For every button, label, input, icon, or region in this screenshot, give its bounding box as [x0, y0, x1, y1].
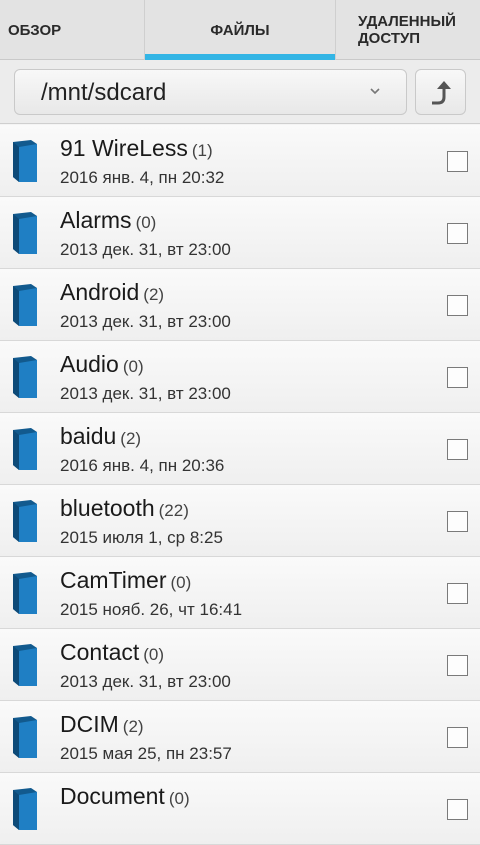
- file-name-line: Alarms (0): [60, 207, 156, 234]
- file-count: (1): [191, 141, 213, 160]
- file-row[interactable]: Alarms (0) 2013 дек. 31, вт 23:00: [0, 197, 480, 269]
- tab-remote-access[interactable]: УДАЛЕННЫЙ ДОСТУП: [336, 0, 480, 60]
- tab-files[interactable]: ФАЙЛЫ: [144, 0, 336, 60]
- file-name-line: 91 WireLess (1): [60, 135, 213, 162]
- file-date: 2013 дек. 31, вт 23:00: [60, 384, 231, 403]
- tab-overview-label: ОБЗОР: [8, 21, 62, 39]
- select-checkbox[interactable]: [447, 799, 468, 820]
- file-count: (0): [168, 789, 190, 808]
- file-date: 2015 июля 1, ср 8:25: [60, 528, 223, 547]
- file-name: Audio: [60, 351, 119, 377]
- select-checkbox[interactable]: [447, 223, 468, 244]
- file-list: 91 WireLess (1) 2016 янв. 4, пн 20:32 Ala…: [0, 125, 480, 845]
- folder-icon: [11, 643, 41, 692]
- current-path: /mnt/sdcard: [41, 79, 167, 106]
- folder-icon: [11, 571, 41, 620]
- file-count: (0): [143, 645, 165, 664]
- file-name-line: CamTimer (0): [60, 567, 191, 594]
- select-checkbox[interactable]: [447, 583, 468, 604]
- select-checkbox[interactable]: [447, 151, 468, 172]
- select-checkbox[interactable]: [447, 367, 468, 388]
- path-bar: /mnt/sdcard: [0, 60, 480, 124]
- folder-icon: [11, 427, 41, 476]
- chevron-down-icon: [368, 84, 382, 103]
- file-date: 2013 дек. 31, вт 23:00: [60, 672, 231, 691]
- file-name-line: Document (0): [60, 783, 190, 810]
- file-date: 2016 янв. 4, пн 20:36: [60, 456, 225, 475]
- file-name: bluetooth: [60, 495, 155, 521]
- tab-overview[interactable]: ОБЗОР: [0, 0, 144, 60]
- file-name-line: Android (2): [60, 279, 164, 306]
- file-date: 2013 дек. 31, вт 23:00: [60, 312, 231, 331]
- file-count: (2): [120, 429, 142, 448]
- file-count: (0): [122, 357, 144, 376]
- tab-files-label: ФАЙЛЫ: [210, 21, 270, 39]
- file-row[interactable]: Document (0): [0, 773, 480, 845]
- select-checkbox[interactable]: [447, 655, 468, 676]
- tab-remote-access-label: УДАЛЕННЫЙ ДОСТУП: [358, 13, 456, 47]
- folder-icon: [11, 499, 41, 548]
- file-row[interactable]: CamTimer (0) 2015 нояб. 26, чт 16:41: [0, 557, 480, 629]
- file-count: (22): [158, 501, 189, 520]
- file-date: 2015 нояб. 26, чт 16:41: [60, 600, 243, 619]
- folder-icon: [11, 787, 41, 836]
- tab-bar: ОБЗОР ФАЙЛЫ УДАЛЕННЫЙ ДОСТУП: [0, 0, 480, 60]
- folder-icon: [11, 715, 41, 764]
- file-name: Alarms: [60, 207, 132, 233]
- file-row[interactable]: bluetooth (22) 2015 июля 1, ср 8:25: [0, 485, 480, 557]
- folder-icon: [11, 355, 41, 404]
- file-name-line: Contact (0): [60, 639, 164, 666]
- file-name: DCIM: [60, 711, 119, 737]
- file-name: CamTimer: [60, 567, 167, 593]
- file-name: baidu: [60, 423, 117, 449]
- file-name: Android: [60, 279, 140, 305]
- select-checkbox[interactable]: [447, 511, 468, 532]
- up-arrow-icon: [432, 81, 451, 105]
- file-name: Document: [60, 783, 165, 809]
- file-name-line: bluetooth (22): [60, 495, 189, 522]
- file-date: 2016 янв. 4, пн 20:32: [60, 168, 225, 187]
- file-count: (0): [170, 573, 192, 592]
- file-date: 2015 мая 25, пн 23:57: [60, 744, 232, 763]
- tab-remote-access-label-line1: УДАЛЕННЫЙ: [358, 13, 456, 30]
- file-name-line: DCIM (2): [60, 711, 144, 738]
- file-name-line: Audio (0): [60, 351, 144, 378]
- select-checkbox[interactable]: [447, 295, 468, 316]
- file-count: (0): [135, 213, 157, 232]
- select-checkbox[interactable]: [447, 727, 468, 748]
- parent-folder-button[interactable]: [415, 69, 466, 115]
- folder-icon: [11, 283, 41, 332]
- file-row[interactable]: Contact (0) 2013 дек. 31, вт 23:00: [0, 629, 480, 701]
- path-dropdown[interactable]: /mnt/sdcard: [14, 69, 407, 115]
- select-checkbox[interactable]: [447, 439, 468, 460]
- file-row[interactable]: Audio (0) 2013 дек. 31, вт 23:00: [0, 341, 480, 413]
- tab-remote-access-label-line2: ДОСТУП: [358, 30, 421, 47]
- file-name: Contact: [60, 639, 140, 665]
- file-date: 2013 дек. 31, вт 23:00: [60, 240, 231, 259]
- file-row[interactable]: baidu (2) 2016 янв. 4, пн 20:36: [0, 413, 480, 485]
- file-row[interactable]: DCIM (2) 2015 мая 25, пн 23:57: [0, 701, 480, 773]
- file-name: 91 WireLess: [60, 135, 188, 161]
- file-row[interactable]: Android (2) 2013 дек. 31, вт 23:00: [0, 269, 480, 341]
- file-count: (2): [122, 717, 144, 736]
- folder-icon: [11, 139, 41, 188]
- folder-icon: [11, 211, 41, 260]
- file-count: (2): [143, 285, 165, 304]
- file-name-line: baidu (2): [60, 423, 141, 450]
- file-row[interactable]: 91 WireLess (1) 2016 янв. 4, пн 20:32: [0, 125, 480, 197]
